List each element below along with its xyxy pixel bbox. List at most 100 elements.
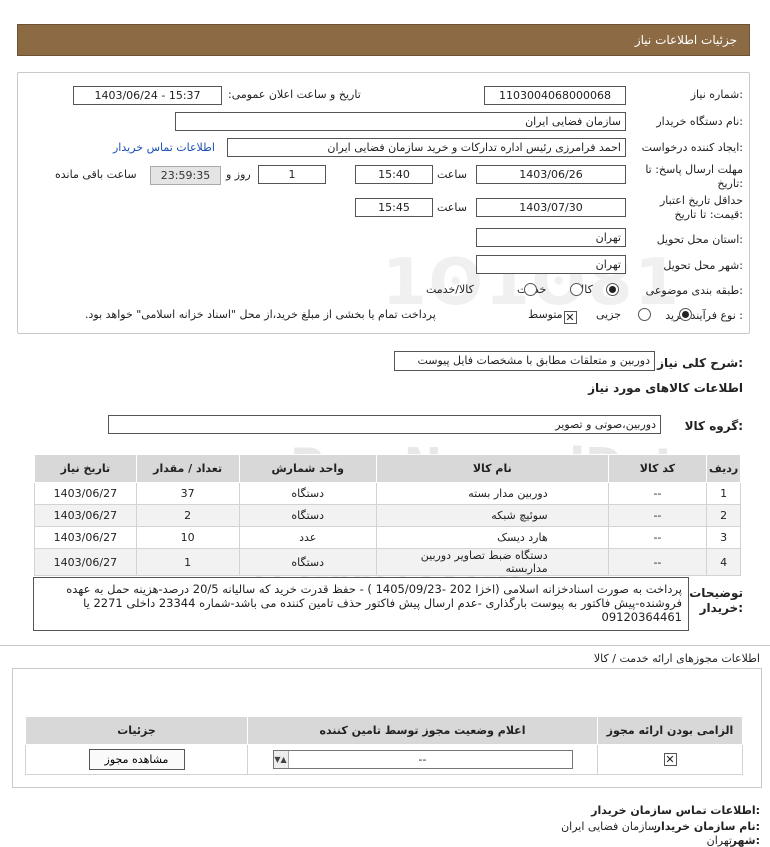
cell-qty: 10 [135,526,240,549]
col-license-details: جزئیات [25,716,248,745]
announce-field: 1403/06/24 - 15:37 [73,86,222,105]
contact-org-label: نام سازمان خریدار: [654,820,760,833]
table-row: ✕ ▲▼ -- مشاهده مجوز [25,744,743,775]
category-radio-service[interactable] [569,283,583,296]
need-number-field: 1103004068000068 [484,86,626,105]
table-row: 2 -- سوئیچ شبکه دستگاه 2 1403/06/27 [34,504,741,527]
creator-label: ایجاد کننده درخواست: [641,141,743,154]
province-label: استان محل تحویل: [656,233,743,246]
col-row: ردیف [706,454,741,483]
buyer-notes-label: توضیحات [689,586,743,600]
buyer-contact-link[interactable]: اطلاعات تماس خریدار [113,141,215,154]
announce-label: تاریخ و ساعت اعلان عمومی: [228,88,361,101]
goods-section-title: اطلاعات کالاهای مورد نیاز [588,381,743,395]
deadline-label: مهلت ارسال پاسخ: تا [645,163,743,176]
deadline-date-field: 1403/06/26 [476,165,626,184]
licenses-section-title: اطلاعات مجوزهای ارائه خدمت / کالا [593,652,760,665]
category-option-goods-service: کالا/خدمت [426,283,474,296]
process-option-minor: جزیی [596,308,622,321]
need-number-label: شماره نیاز: [690,88,743,101]
cell-name: دوربین مدار بسته [375,482,609,505]
validity-time-label: ساعت [437,201,467,214]
licenses-table-header: الزامی بودن ارائه مجوز اعلام وضعیت مجوز … [25,716,743,745]
cell-unit: دستگاه [238,548,377,576]
city-label: شهر محل تحویل: [663,259,743,272]
page-header: جزئیات اطلاعات نیاز [17,24,750,56]
contact-city-label: شهر: [730,834,760,847]
view-license-button[interactable]: مشاهده مجوز [88,749,185,770]
buyer-notes-label-2: خریدار: [699,601,743,615]
cell-row: 1 [706,482,741,505]
validity-label: حداقل تاریخ اعتبار [659,194,743,207]
payment-note: پرداخت تمام یا بخشی از مبلغ خرید،از محل … [85,308,436,321]
cell-qty: 1 [135,548,240,576]
license-status-value: -- [418,753,427,766]
col-license-status: اعلام وضعیت مجوز توسط تامین کننده [247,716,598,745]
goods-table: ردیف کد کالا نام کالا واحد شمارش تعداد /… [34,454,741,576]
license-required-checkbox[interactable]: ✕ [663,753,677,766]
col-code: کد کالا [607,454,708,483]
cell-date: 1403/06/27 [34,482,137,505]
divider [0,645,770,646]
cell-license-status: ▲▼ -- [247,744,598,775]
cell-qty: 2 [135,504,240,527]
goods-table-header: ردیف کد کالا نام کالا واحد شمارش تعداد /… [34,454,741,483]
need-desc-field: دوربین و متعلقات مطابق با مشخصات فایل پی… [394,351,655,371]
table-row: 3 -- هارد دیسک عدد 10 1403/06/27 [34,526,741,549]
validity-time-field: 15:45 [355,198,433,217]
cell-code: -- [607,548,708,576]
payment-checkbox[interactable]: ✕ [563,311,577,324]
page-title: جزئیات اطلاعات نیاز [634,33,737,47]
cell-code: -- [607,504,708,527]
cell-row: 3 [706,526,741,549]
col-name: نام کالا [375,454,609,483]
category-radio-goods-service[interactable] [524,283,537,296]
city-field: تهران [476,255,626,274]
cell-unit: عدد [238,526,377,549]
days-field: 1 [258,165,326,184]
buyer-org-field: سازمان فضایی ایران [175,112,626,131]
cell-code: -- [607,526,708,549]
cell-date: 1403/06/27 [34,526,137,549]
goods-group-label: گروه کالا: [684,419,743,433]
deadline-label-date: تاریخ: [717,177,743,190]
process-option-medium: متوسط [528,308,563,321]
process-radio-medium[interactable] [638,308,651,321]
cell-name: سوئیچ شبکه [375,504,609,527]
cell-license-required: ✕ [597,744,743,775]
cell-name: هارد دیسک [375,526,609,549]
process-radio-minor[interactable] [678,308,692,321]
cell-row: 2 [706,504,741,527]
goods-group-field: دوربین،صوتی و تصویر [108,415,661,434]
license-status-select[interactable]: ▲▼ -- [272,750,573,769]
cell-qty: 37 [135,482,240,505]
col-unit: واحد شمارش [238,454,377,483]
contact-org-value: سازمان فضایی ایران [561,820,657,833]
province-field: تهران [476,228,626,247]
buyer-org-label: نام دستگاه خریدار: [656,115,743,128]
cell-name: دستگاه ضبط تصاویر دوربین مداربسته [375,548,609,576]
cell-unit: دستگاه [238,504,377,527]
table-row: 1 -- دوربین مدار بسته دستگاه 37 1403/06/… [34,482,741,505]
need-desc-label: شرح کلی نیاز: [657,356,743,370]
days-and-label: روز و [226,168,251,181]
cell-row: 4 [706,548,741,576]
contact-city-value: تهران [706,834,732,847]
remaining-label: ساعت باقی مانده [55,168,137,181]
process-label: نوع فرآیند خرید : [665,309,743,322]
deadline-time-label: ساعت [437,168,467,181]
validity-date-field: 1403/07/30 [476,198,626,217]
cell-date: 1403/06/27 [34,548,137,576]
buyer-notes-box: پرداخت به صورت اسنادخزانه اسلامی (اخزا 2… [33,577,689,631]
cell-date: 1403/06/27 [34,504,137,527]
licenses-table: الزامی بودن ارائه مجوز اعلام وضعیت مجوز … [25,716,743,775]
col-date: تاریخ نیاز [34,454,137,483]
col-qty: تعداد / مقدار [135,454,240,483]
validity-label-date: قیمت: تا تاریخ: [674,208,743,221]
deadline-time-field: 15:40 [355,165,433,184]
category-label: طبقه بندی موضوعی: [645,284,743,297]
contact-title: اطلاعات تماس سازمان خریدار: [591,804,760,817]
table-row: 4 -- دستگاه ضبط تصاویر دوربین مداربسته د… [34,548,741,576]
category-radio-goods[interactable] [606,283,619,296]
remaining-time-field: 23:59:35 [150,166,221,185]
